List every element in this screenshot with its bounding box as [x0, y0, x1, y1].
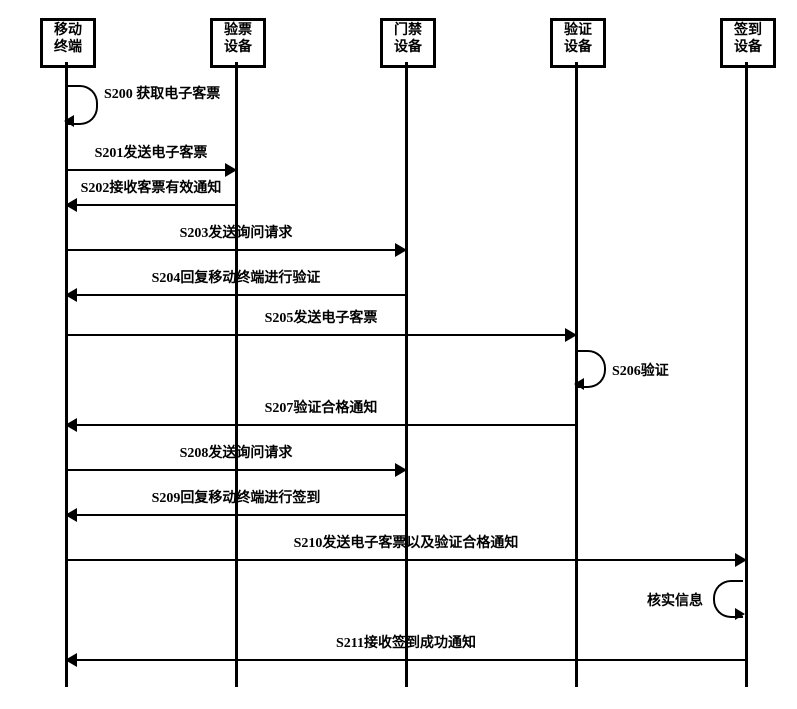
participant-ticket-device: 验票 设备 [210, 18, 266, 68]
participant-label: 签到 [723, 23, 773, 40]
message-s208: S208发送询问请求 [66, 460, 406, 480]
selfloop-label: S206验证 [612, 360, 669, 380]
lifeline-mobile-terminal [65, 62, 68, 687]
message-label: S211接收签到成功通知 [336, 632, 476, 652]
sequence-diagram: 移动 终端 验票 设备 门禁 设备 验证 设备 签到 设备 S200 获取电子客… [0, 0, 797, 709]
participant-label: 设备 [383, 40, 433, 57]
message-s205: S205发送电子客票 [66, 325, 576, 345]
participant-gate-device: 门禁 设备 [380, 18, 436, 68]
message-label: S209回复移动终端进行签到 [152, 487, 321, 507]
message-s207: S207验证合格通知 [66, 415, 576, 435]
message-label: S203发送询问请求 [180, 222, 293, 242]
selfloop-label: S200 获取电子客票 [104, 87, 220, 104]
lifeline-ticket-device [235, 62, 238, 687]
participant-label: 移动 [43, 23, 93, 40]
arrow-left-icon [65, 198, 77, 212]
arrow-left-icon [65, 508, 77, 522]
arrow-right-icon [395, 243, 407, 257]
message-s211: S211接收签到成功通知 [66, 650, 746, 670]
participant-verify-device: 验证 设备 [550, 18, 606, 68]
arrow-left-icon [65, 418, 77, 432]
message-label: S205发送电子客票 [265, 307, 378, 327]
arrow-left-icon [65, 288, 77, 302]
arrow-right-icon [395, 463, 407, 477]
participant-label: 终端 [43, 40, 93, 57]
participant-checkin-device: 签到 设备 [720, 18, 776, 68]
message-s203: S203发送询问请求 [66, 240, 406, 260]
message-label: S201发送电子客票 [95, 142, 208, 162]
message-s210: S210发送电子客票以及验证合格通知 [66, 550, 746, 570]
message-s202: S202接收客票有效通知 [66, 195, 236, 215]
arrow-right-icon [225, 163, 237, 177]
message-label: S207验证合格通知 [265, 397, 378, 417]
arrow-right-icon [735, 553, 747, 567]
participant-label: 验证 [553, 23, 603, 40]
message-label: S208发送询问请求 [180, 442, 293, 462]
arrow-right-icon [565, 328, 577, 342]
arrow-left-icon [65, 653, 77, 667]
participant-mobile-terminal: 移动 终端 [40, 18, 96, 68]
message-label: S210发送电子客票以及验证合格通知 [294, 532, 519, 552]
participant-label: 设备 [553, 40, 603, 57]
participant-label: 门禁 [383, 23, 433, 40]
selfloop-label: 核实信息 [647, 590, 703, 610]
message-label: S202接收客票有效通知 [81, 177, 222, 197]
participant-label: 设备 [213, 40, 263, 57]
participant-label: 验票 [213, 23, 263, 40]
message-s209: S209回复移动终端进行签到 [66, 505, 406, 525]
message-label: S204回复移动终端进行验证 [152, 267, 321, 287]
participant-label: 设备 [723, 40, 773, 57]
lifeline-checkin-device [745, 62, 748, 687]
message-s204: S204回复移动终端进行验证 [66, 285, 406, 305]
lifeline-gate-device [405, 62, 408, 687]
